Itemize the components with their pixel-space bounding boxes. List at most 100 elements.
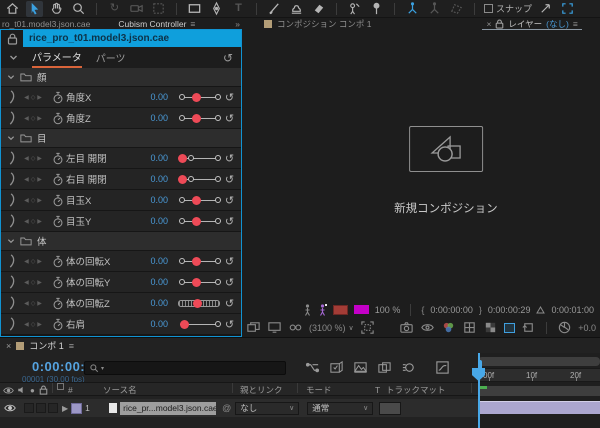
keyframe-navigator[interactable]: ◀◇▶ bbox=[18, 218, 50, 225]
region-brackets-icon[interactable] bbox=[559, 1, 576, 17]
model-selected-row[interactable]: rice_pro_t01.model3.json.cae bbox=[1, 30, 241, 47]
parameter-value[interactable]: 0.00 bbox=[138, 113, 168, 123]
tab-cubism-controller[interactable]: Cubism Controller bbox=[118, 19, 186, 29]
draft3d-icon[interactable] bbox=[329, 360, 344, 375]
collapse-chevron-icon[interactable] bbox=[7, 134, 15, 142]
layer-eye-icon[interactable] bbox=[4, 403, 16, 413]
tab-composition[interactable]: コンポジション コンポ 1 bbox=[277, 18, 371, 30]
tab-model-file[interactable]: ro_t01.model3.json.cae bbox=[2, 19, 90, 29]
pickwhip-arrow-icon[interactable] bbox=[537, 1, 554, 17]
parameter-slider[interactable] bbox=[178, 255, 222, 267]
track-matte-dropdown[interactable] bbox=[379, 402, 401, 415]
mode-dropdown[interactable]: 通常 ∨ bbox=[307, 402, 373, 415]
keyframe-navigator[interactable]: ◀◇▶ bbox=[18, 155, 50, 162]
parameter-value[interactable]: 0.00 bbox=[138, 92, 168, 102]
close-icon[interactable]: × bbox=[486, 19, 491, 29]
parameter-value[interactable]: 0.00 bbox=[138, 319, 168, 329]
in-point-icon[interactable]: { bbox=[421, 305, 424, 315]
parent-dropdown[interactable]: なし ∨ bbox=[235, 402, 299, 415]
parameter-value[interactable]: 0.00 bbox=[138, 298, 168, 308]
playhead-line[interactable] bbox=[478, 353, 480, 428]
new-composition-button[interactable]: 新規コンポジション bbox=[394, 126, 498, 216]
keyframe-navigator[interactable]: ◀◇▶ bbox=[18, 94, 50, 101]
layer-row[interactable]: ▶ 1 rice_pr...model3.json.cae @ なし ∨ 通常 … bbox=[0, 399, 478, 417]
collapse-chevron-icon[interactable] bbox=[9, 53, 18, 62]
parameter-slider[interactable] bbox=[178, 173, 222, 185]
show-snapshot-icon[interactable] bbox=[420, 320, 435, 335]
parameter-slider[interactable] bbox=[178, 91, 222, 103]
parameter-reset-icon[interactable]: ↺ bbox=[222, 194, 237, 207]
parameter-slider[interactable] bbox=[178, 152, 222, 164]
layer-audio-switch[interactable] bbox=[24, 403, 34, 413]
rectangle-tool-icon[interactable] bbox=[186, 1, 203, 17]
parameter-reset-icon[interactable]: ↺ bbox=[222, 173, 237, 186]
guides-active-icon[interactable] bbox=[504, 323, 515, 333]
parameter-slider[interactable] bbox=[178, 194, 222, 206]
duration-value[interactable]: 0:00:01:00 bbox=[551, 305, 594, 315]
number-column-header[interactable]: # bbox=[68, 383, 73, 397]
local-axis-mode-icon[interactable] bbox=[404, 1, 421, 17]
matte-t-column-header[interactable]: T bbox=[375, 383, 380, 397]
collapse-chevron-icon[interactable] bbox=[7, 237, 15, 245]
layer-expander-icon[interactable]: ▶ bbox=[62, 404, 68, 413]
type-tool-icon[interactable]: T bbox=[230, 1, 247, 17]
exposure-icon[interactable] bbox=[557, 320, 572, 335]
time-navigator-bar[interactable] bbox=[478, 357, 600, 366]
work-area-bar[interactable] bbox=[478, 386, 600, 396]
tab-comp-1[interactable]: コンポ 1 bbox=[29, 339, 64, 352]
always-preview-icon[interactable] bbox=[246, 320, 261, 335]
tab-parameters[interactable]: パラメータ bbox=[32, 47, 82, 68]
snap-checkbox[interactable]: スナップ bbox=[484, 1, 532, 17]
stopwatch-icon[interactable] bbox=[52, 215, 64, 228]
pan-behind-tool-icon[interactable] bbox=[150, 1, 167, 17]
keyframe-navigator[interactable]: ◀◇▶ bbox=[18, 321, 50, 328]
camera-tool-icon[interactable] bbox=[128, 1, 145, 17]
layer-label-swatch[interactable] bbox=[71, 403, 82, 414]
walk-person-active-icon[interactable] bbox=[318, 304, 327, 316]
opacity-value[interactable]: 100 % bbox=[375, 305, 401, 315]
stopwatch-icon[interactable] bbox=[52, 152, 64, 165]
parameter-value[interactable]: 0.00 bbox=[138, 256, 168, 266]
stopwatch-icon[interactable] bbox=[52, 318, 64, 331]
layer-duration-bar[interactable] bbox=[478, 401, 600, 414]
keyframe-navigator[interactable]: ◀◇▶ bbox=[18, 300, 50, 307]
world-axis-mode-icon[interactable] bbox=[426, 1, 443, 17]
layer-solo-switch[interactable] bbox=[36, 403, 46, 413]
parameter-reset-icon[interactable]: ↺ bbox=[222, 297, 237, 310]
keyframe-navigator[interactable]: ◀◇▶ bbox=[18, 279, 50, 286]
parameter-reset-icon[interactable]: ↺ bbox=[222, 91, 237, 104]
search-options-chevron-icon[interactable]: ▾ bbox=[101, 365, 104, 372]
parameter-value[interactable]: 0.00 bbox=[138, 174, 168, 184]
brush-tool-icon[interactable] bbox=[266, 1, 283, 17]
parameter-value[interactable]: 0.00 bbox=[138, 195, 168, 205]
timeline-search-input[interactable]: ▾ bbox=[84, 361, 286, 375]
snapshot-camera-icon[interactable] bbox=[399, 320, 414, 335]
frame-blending-icon[interactable] bbox=[377, 360, 392, 375]
resolution-icon[interactable] bbox=[462, 320, 477, 335]
snap-checkbox-box[interactable] bbox=[484, 4, 493, 13]
motion-blur-icon[interactable] bbox=[401, 360, 416, 375]
parameter-reset-icon[interactable]: ↺ bbox=[222, 112, 237, 125]
parameter-value[interactable]: 0.00 bbox=[138, 153, 168, 163]
stopwatch-icon[interactable] bbox=[52, 276, 64, 289]
keyframe-navigator[interactable]: ◀◇▶ bbox=[18, 258, 50, 265]
layer-lock-switch[interactable] bbox=[48, 403, 58, 413]
roto-brush-tool-icon[interactable] bbox=[346, 1, 363, 17]
parameter-slider[interactable] bbox=[178, 276, 222, 288]
stopwatch-icon[interactable] bbox=[52, 297, 64, 310]
monitor-icon[interactable] bbox=[267, 320, 282, 335]
view-axis-mode-icon[interactable] bbox=[448, 1, 465, 17]
parameter-value[interactable]: 0.00 bbox=[138, 277, 168, 287]
region-of-interest-icon[interactable] bbox=[360, 320, 375, 335]
mask-visibility-icon[interactable] bbox=[288, 320, 303, 335]
exposure-value[interactable]: +0.0 bbox=[578, 323, 596, 333]
close-icon[interactable]: × bbox=[6, 341, 11, 351]
parameter-value[interactable]: 0.00 bbox=[138, 216, 168, 226]
mini-flowchart-icon[interactable] bbox=[305, 360, 320, 375]
parameter-group-header[interactable]: 目 bbox=[1, 129, 241, 147]
walk-person-icon[interactable] bbox=[303, 304, 312, 316]
parameter-slider[interactable] bbox=[178, 297, 222, 309]
stopwatch-icon[interactable] bbox=[52, 112, 64, 125]
pen-tool-icon[interactable] bbox=[208, 1, 225, 17]
parameter-reset-icon[interactable]: ↺ bbox=[222, 255, 237, 268]
